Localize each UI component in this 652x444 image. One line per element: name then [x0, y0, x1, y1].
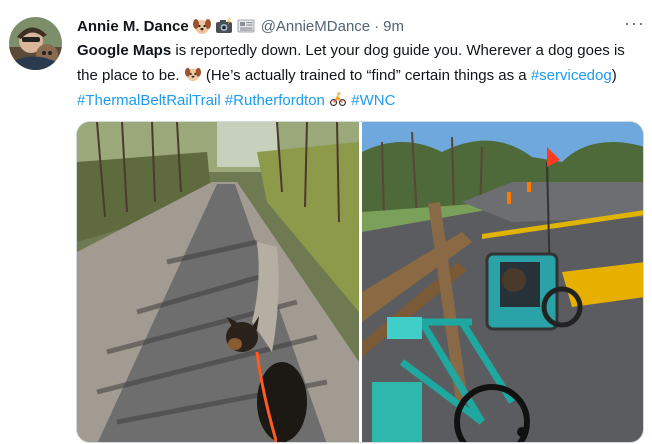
author-name[interactable]: Annie M. Dance: [77, 18, 189, 35]
newspaper-icon: [237, 17, 255, 35]
media-grid: [76, 121, 644, 443]
person-biking-icon: [329, 90, 347, 107]
tweet-close-paren: ): [611, 67, 617, 84]
timestamp[interactable]: 9m: [383, 18, 404, 35]
photo-bike-trailer[interactable]: [362, 122, 643, 442]
more-options-icon[interactable]: ···: [624, 14, 644, 36]
avatar[interactable]: [9, 17, 62, 70]
tweet-header: Annie M. Dance @AnnieMDance · 9m: [77, 15, 404, 37]
author-handle[interactable]: @AnnieMDance: [261, 18, 370, 35]
photo-trail-dog[interactable]: [77, 122, 359, 442]
hashtag-servicedog[interactable]: #servicedog: [531, 67, 612, 84]
camera-flash-icon: [215, 17, 233, 35]
tweet-text: Google Maps is reportedly down. Let your…: [77, 38, 645, 113]
tweet-text-part-2: (He’s actually trained to “find” certain…: [201, 67, 531, 84]
header-separator: ·: [374, 17, 380, 35]
dog-face-icon: [192, 17, 211, 35]
tweet-bold-lead: Google Maps: [77, 42, 172, 59]
hashtag-thermalbeltrailtrail[interactable]: #ThermalBeltRailTrail: [77, 92, 221, 109]
hashtag-rutherfordton[interactable]: #Rutherfordton: [225, 92, 325, 109]
hashtag-wnc[interactable]: #WNC: [351, 92, 395, 109]
dog-face-icon: [184, 65, 202, 82]
